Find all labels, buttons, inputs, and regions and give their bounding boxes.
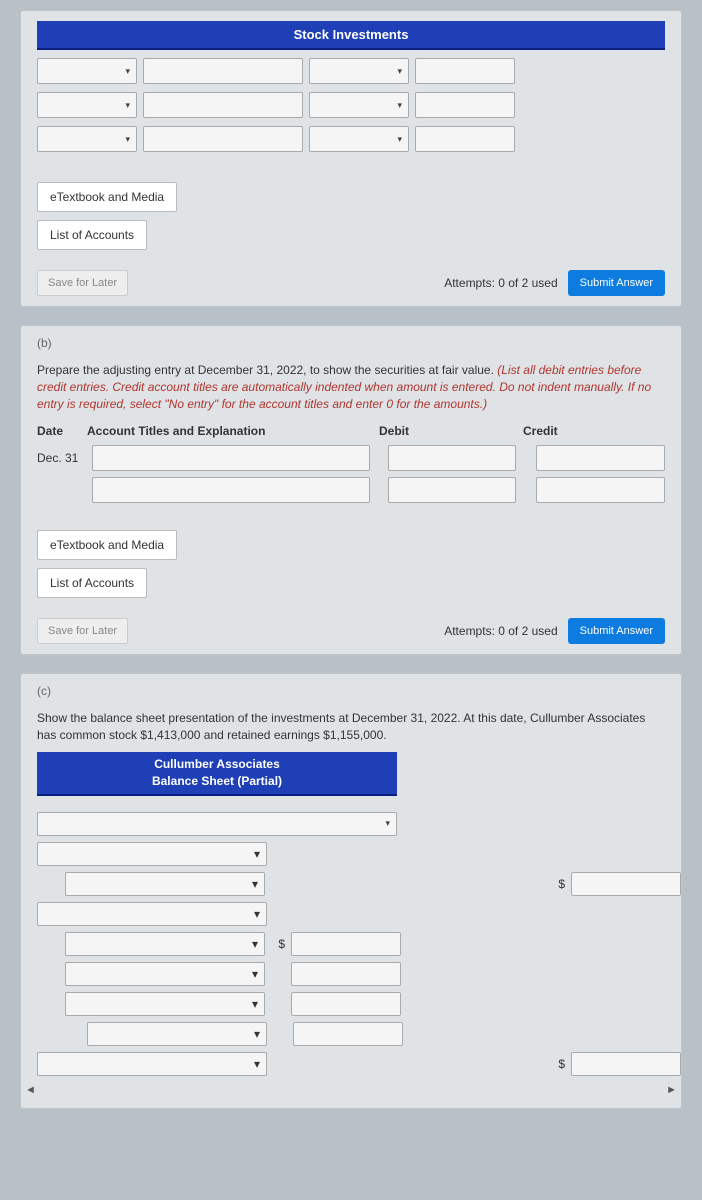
- attempts-label: Attempts: 0 of 2 used: [444, 276, 557, 290]
- debit-input[interactable]: [388, 445, 517, 471]
- journal-row: [21, 474, 681, 506]
- currency-symbol: $: [551, 877, 565, 891]
- chevron-down-icon: ▾: [397, 134, 402, 145]
- currency-symbol: $: [551, 1057, 565, 1071]
- date-select[interactable]: ▾: [37, 126, 137, 152]
- chevron-down-icon: ▾: [125, 66, 130, 77]
- bs-amount-input[interactable]: [291, 932, 401, 956]
- journal-header-row: Date Account Titles and Explanation Debi…: [21, 420, 681, 442]
- bs-section-select[interactable]: ▾: [37, 902, 267, 926]
- col-debit-header: Debit: [379, 424, 509, 438]
- account-input[interactable]: [143, 58, 303, 84]
- bs-amount-input[interactable]: [571, 872, 681, 896]
- part-b-label: (b): [21, 326, 681, 356]
- bs-amount-input[interactable]: [571, 1052, 681, 1076]
- part-c-label: (c): [21, 674, 681, 704]
- journal-row: Dec. 31: [21, 442, 681, 474]
- chevron-down-icon: ▾: [385, 818, 390, 829]
- list-of-accounts-button[interactable]: List of Accounts: [37, 220, 147, 250]
- etextbook-button[interactable]: eTextbook and Media: [37, 182, 177, 212]
- scroll-left-icon[interactable]: ◄: [25, 1084, 36, 1096]
- chevron-down-icon: ▾: [254, 847, 260, 861]
- journal-date: Dec. 31: [37, 451, 86, 465]
- amount-input[interactable]: [415, 92, 515, 118]
- date-select[interactable]: ▾: [37, 92, 137, 118]
- bs-line-select[interactable]: ▾: [87, 1022, 267, 1046]
- subselect[interactable]: ▾: [309, 126, 409, 152]
- chevron-down-icon: ▾: [252, 967, 258, 981]
- amount-input[interactable]: [415, 126, 515, 152]
- col-credit-header: Credit: [523, 424, 653, 438]
- bs-line-select[interactable]: ▾: [65, 872, 265, 896]
- scroll-right-icon[interactable]: ►: [666, 1084, 677, 1096]
- date-select[interactable]: ▾: [37, 58, 137, 84]
- credit-input[interactable]: [536, 445, 665, 471]
- chevron-down-icon: ▾: [252, 877, 258, 891]
- chevron-down-icon: ▾: [254, 1027, 260, 1041]
- subselect[interactable]: ▾: [309, 92, 409, 118]
- bs-line-select[interactable]: ▾: [65, 962, 265, 986]
- part-b-instruction: Prepare the adjusting entry at December …: [21, 356, 681, 420]
- save-for-later-button[interactable]: Save for Later: [37, 270, 128, 296]
- list-of-accounts-button[interactable]: List of Accounts: [37, 568, 147, 598]
- section-a-panel: Stock Investments ▾ ▾ ▾ ▾ ▾ ▾ eTextbook …: [20, 10, 682, 307]
- bs-company-name: Cullumber Associates: [37, 756, 397, 773]
- bs-amount-input[interactable]: [291, 992, 401, 1016]
- submit-answer-button[interactable]: Submit Answer: [568, 618, 665, 644]
- account-input[interactable]: [143, 126, 303, 152]
- bs-title: Balance Sheet (Partial): [37, 773, 397, 790]
- bs-section-select[interactable]: ▾: [37, 1052, 267, 1076]
- account-title-input[interactable]: [92, 445, 369, 471]
- chevron-down-icon: ▾: [397, 100, 402, 111]
- balance-sheet-block: Cullumber Associates Balance Sheet (Part…: [37, 752, 665, 796]
- chevron-down-icon: ▾: [254, 907, 260, 921]
- chevron-down-icon: ▾: [254, 1057, 260, 1071]
- amount-input[interactable]: [415, 58, 515, 84]
- debit-input[interactable]: [388, 477, 517, 503]
- section-b-panel: (b) Prepare the adjusting entry at Decem…: [20, 325, 682, 655]
- col-acct-header: Account Titles and Explanation: [87, 424, 367, 438]
- col-date-header: Date: [37, 424, 87, 438]
- account-title-input[interactable]: [92, 477, 369, 503]
- balance-sheet-header: Cullumber Associates Balance Sheet (Part…: [37, 752, 397, 796]
- save-for-later-button[interactable]: Save for Later: [37, 618, 128, 644]
- chevron-down-icon: ▾: [252, 997, 258, 1011]
- attempts-label: Attempts: 0 of 2 used: [444, 624, 557, 638]
- part-c-instruction: Show the balance sheet presentation of t…: [21, 704, 681, 752]
- etextbook-button[interactable]: eTextbook and Media: [37, 530, 177, 560]
- currency-symbol: $: [271, 937, 285, 951]
- bs-line-select[interactable]: ▾: [65, 992, 265, 1016]
- bs-section-select[interactable]: ▾: [37, 842, 267, 866]
- stock-investments-header: Stock Investments: [37, 21, 665, 50]
- chevron-down-icon: ▾: [125, 100, 130, 111]
- chevron-down-icon: ▾: [252, 937, 258, 951]
- bs-line-select[interactable]: ▾: [65, 932, 265, 956]
- account-input[interactable]: [143, 92, 303, 118]
- subselect[interactable]: ▾: [309, 58, 409, 84]
- section-c-panel: (c) Show the balance sheet presentation …: [20, 673, 682, 1108]
- bs-amount-input[interactable]: [291, 962, 401, 986]
- submit-answer-button[interactable]: Submit Answer: [568, 270, 665, 296]
- bs-date-select[interactable]: ▾: [37, 812, 397, 836]
- credit-input[interactable]: [536, 477, 665, 503]
- chevron-down-icon: ▾: [397, 66, 402, 77]
- journal-grid-a: Stock Investments ▾ ▾ ▾ ▾ ▾ ▾: [21, 11, 681, 166]
- chevron-down-icon: ▾: [125, 134, 130, 145]
- bs-amount-input[interactable]: [293, 1022, 403, 1046]
